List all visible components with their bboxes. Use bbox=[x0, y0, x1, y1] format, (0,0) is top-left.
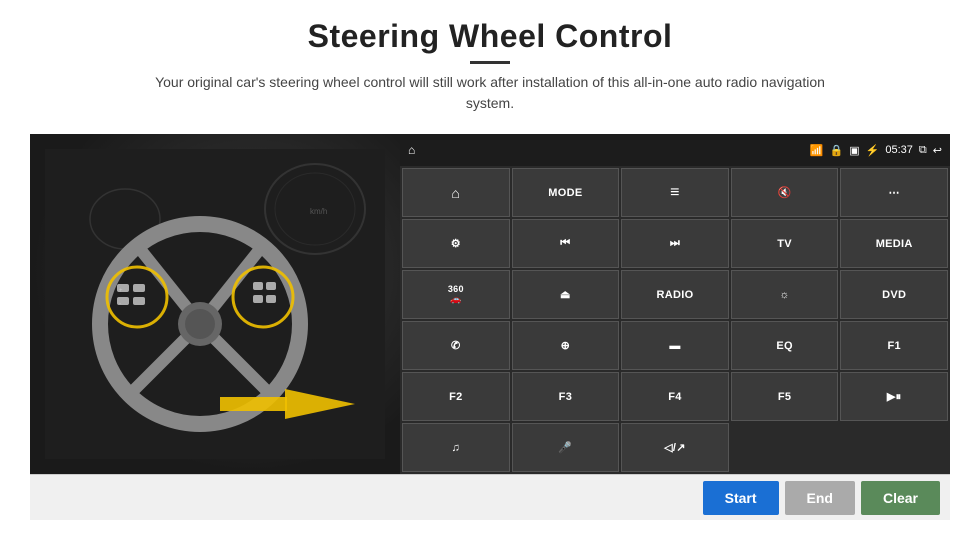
btn-mute[interactable]: 🔇 bbox=[731, 168, 839, 217]
btn-vol[interactable]: ◁/↗ bbox=[621, 423, 729, 472]
title-section: Steering Wheel Control Your original car… bbox=[140, 18, 840, 114]
button-grid: MODE 🔇 ⋯ ⚙ ⏮ ⏭ TV MEDIA 360🚗 ⏏ RADIO ☼ D… bbox=[400, 166, 950, 474]
btn-browser[interactable]: ⊕ bbox=[512, 321, 620, 370]
action-bar: Start End Clear bbox=[30, 474, 950, 520]
btn-f1[interactable]: F1 bbox=[840, 321, 948, 370]
btn-media[interactable]: MEDIA bbox=[840, 219, 948, 268]
wifi-icon: 📶 bbox=[810, 144, 824, 157]
btn-dvd[interactable]: DVD bbox=[840, 270, 948, 319]
btn-360[interactable]: 360🚗 bbox=[402, 270, 510, 319]
btn-tv[interactable]: TV bbox=[731, 219, 839, 268]
start-button[interactable]: Start bbox=[703, 481, 779, 515]
sim-icon: ▣ bbox=[849, 144, 859, 157]
status-bar: ⌂ 📶 🔒 ▣ ⚡ 05:37 ⧉ ↩ bbox=[400, 134, 950, 166]
btn-brightness[interactable]: ☼ bbox=[731, 270, 839, 319]
steering-wheel-svg: km/h bbox=[45, 149, 385, 459]
sw-scene: km/h bbox=[30, 134, 400, 474]
control-panel: ⌂ 📶 🔒 ▣ ⚡ 05:37 ⧉ ↩ MODE 🔇 bbox=[400, 134, 950, 474]
btn-playpause[interactable]: ▶⏸ bbox=[840, 372, 948, 421]
btn-mic[interactable]: 🎤 bbox=[512, 423, 620, 472]
btn-mode[interactable]: MODE bbox=[512, 168, 620, 217]
btn-eq[interactable]: EQ bbox=[731, 321, 839, 370]
status-left: ⌂ bbox=[408, 143, 415, 157]
title-divider bbox=[470, 61, 510, 64]
back-icon: ↩ bbox=[933, 144, 942, 157]
btn-home[interactable] bbox=[402, 168, 510, 217]
status-right: 📶 🔒 ▣ ⚡ 05:37 ⧉ ↩ bbox=[810, 144, 942, 157]
lock-icon: 🔒 bbox=[830, 144, 844, 157]
btn-eject[interactable]: ⏏ bbox=[512, 270, 620, 319]
btn-phone[interactable]: ✆ bbox=[402, 321, 510, 370]
btn-f4[interactable]: F4 bbox=[621, 372, 729, 421]
time-display: 05:37 bbox=[885, 144, 913, 156]
btn-f2[interactable]: F2 bbox=[402, 372, 510, 421]
btn-f5[interactable]: F5 bbox=[731, 372, 839, 421]
btn-nav[interactable]: ⚙ bbox=[402, 219, 510, 268]
svg-text:-: - bbox=[119, 301, 121, 307]
steering-wheel-image: km/h bbox=[30, 134, 400, 474]
btn-next[interactable]: ⏭ bbox=[621, 219, 729, 268]
svg-text:km/h: km/h bbox=[310, 207, 327, 216]
btn-radio[interactable]: RADIO bbox=[621, 270, 729, 319]
btn-rect[interactable]: ▬ bbox=[621, 321, 729, 370]
btn-list[interactable] bbox=[621, 168, 729, 217]
page-title: Steering Wheel Control bbox=[140, 18, 840, 55]
btn-apps[interactable]: ⋯ bbox=[840, 168, 948, 217]
end-button[interactable]: End bbox=[785, 481, 855, 515]
svg-text:+: + bbox=[119, 288, 123, 294]
content-row: km/h bbox=[30, 134, 950, 474]
page-container: Steering Wheel Control Your original car… bbox=[0, 0, 980, 544]
mirror-icon: ⧉ bbox=[919, 144, 927, 157]
bluetooth-icon: ⚡ bbox=[866, 144, 880, 157]
btn-music[interactable]: ♫ bbox=[402, 423, 510, 472]
btn-f3[interactable]: F3 bbox=[512, 372, 620, 421]
home-status-icon: ⌂ bbox=[408, 143, 415, 157]
clear-button[interactable]: Clear bbox=[861, 481, 940, 515]
btn-prev[interactable]: ⏮ bbox=[512, 219, 620, 268]
page-subtitle: Your original car's steering wheel contr… bbox=[140, 72, 840, 114]
